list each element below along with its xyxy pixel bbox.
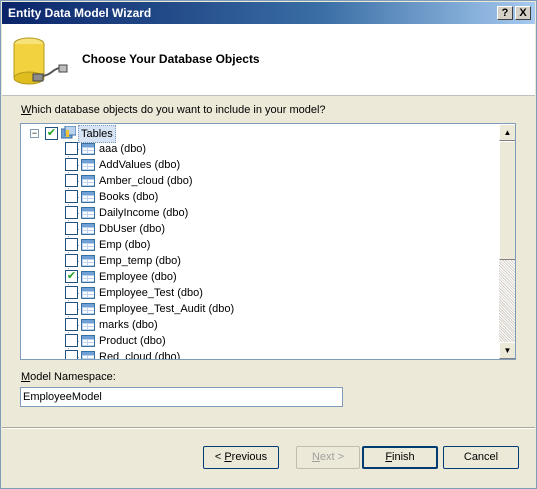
table-checkbox[interactable]	[65, 334, 78, 347]
scrollbar-thumb[interactable]	[499, 141, 515, 260]
title-bar[interactable]: Entity Data Model Wizard ? X	[2, 2, 535, 24]
table-name-label: DbUser (dbo)	[99, 223, 166, 235]
next-button[interactable]: Next >	[296, 446, 360, 469]
table-list-item[interactable]: ✔ Employee (dbo)	[21, 269, 491, 285]
scrollbar-track[interactable]	[499, 260, 515, 342]
table-name-label: Employee_Test_Audit (dbo)	[99, 303, 235, 315]
table-checkbox[interactable]	[65, 302, 78, 315]
model-namespace-input[interactable]	[20, 387, 343, 407]
table-list-item[interactable]: Employee_Test_Audit (dbo)	[21, 301, 491, 317]
table-checkbox[interactable]	[65, 142, 78, 155]
table-icon	[81, 255, 95, 267]
table-checkbox[interactable]	[65, 350, 78, 359]
table-list-item[interactable]: marks (dbo)	[21, 317, 491, 333]
tables-checkbox[interactable]: ✔	[45, 127, 58, 140]
table-name-label: AddValues (dbo)	[99, 159, 181, 171]
table-list-item[interactable]: aaa (dbo)	[21, 141, 491, 157]
table-name-label: Employee_Test (dbo)	[99, 287, 203, 299]
table-list-item[interactable]: Books (dbo)	[21, 189, 491, 205]
table-name-label: marks (dbo)	[99, 319, 158, 331]
table-list-item[interactable]: Emp (dbo)	[21, 237, 491, 253]
table-list-item[interactable]: Amber_cloud (dbo)	[21, 173, 491, 189]
window-title: Entity Data Model Wizard	[8, 6, 152, 20]
table-checkbox[interactable]	[65, 190, 78, 203]
table-list-item[interactable]: Employee_Test (dbo)	[21, 285, 491, 301]
table-name-label: DailyIncome (dbo)	[99, 207, 189, 219]
table-icon	[81, 319, 95, 331]
table-icon	[81, 351, 95, 359]
table-icon	[81, 159, 95, 171]
table-list-item[interactable]: Red_cloud (dbo)	[21, 349, 491, 359]
table-checkbox[interactable]	[65, 222, 78, 235]
table-name-label: Amber_cloud (dbo)	[99, 175, 193, 187]
table-icon	[81, 223, 95, 235]
object-selection-prompt: Which database objects do you want to in…	[21, 104, 326, 116]
database-plug-icon	[13, 37, 68, 85]
table-checkbox[interactable]	[65, 254, 78, 267]
close-button[interactable]: X	[515, 6, 531, 20]
tree-node-tables[interactable]: − ✔ Tables	[21, 125, 141, 143]
table-list-item[interactable]: Product (dbo)	[21, 333, 491, 349]
table-name-label: Red_cloud (dbo)	[99, 351, 181, 359]
table-name-label: Product (dbo)	[99, 335, 166, 347]
previous-button[interactable]: < Previous	[203, 446, 279, 469]
wizard-header: Choose Your Database Objects	[2, 24, 535, 96]
database-objects-tree[interactable]: − ✔ Tables aaa (dbo) AddValues (dbo) Amber…	[20, 123, 516, 360]
table-name-label: Employee (dbo)	[99, 271, 177, 283]
table-checkbox[interactable]: ✔	[65, 270, 78, 283]
table-list-item[interactable]: DailyIncome (dbo)	[21, 205, 491, 221]
page-title: Choose Your Database Objects	[82, 52, 260, 66]
table-name-label: Books (dbo)	[99, 191, 159, 203]
table-icon	[81, 207, 95, 219]
table-checkbox[interactable]	[65, 158, 78, 171]
table-name-label: aaa (dbo)	[99, 143, 147, 155]
table-checkbox[interactable]	[65, 318, 78, 331]
help-button[interactable]: ?	[497, 6, 513, 20]
table-icon	[81, 287, 95, 299]
table-icon	[81, 191, 95, 203]
finish-button[interactable]: Finish	[362, 446, 438, 469]
table-icon	[81, 143, 95, 155]
tree-scrollbar[interactable]: ▲ ▼	[499, 124, 515, 359]
button-separator	[2, 427, 535, 429]
table-icon	[81, 175, 95, 187]
table-icon	[81, 335, 95, 347]
table-name-label: Emp_temp (dbo)	[99, 255, 181, 267]
model-namespace-label: Model Namespace:	[21, 371, 116, 383]
tree-content: − ✔ Tables aaa (dbo) AddValues (dbo) Amber…	[21, 124, 499, 359]
table-icon	[81, 303, 95, 315]
cancel-button[interactable]: Cancel	[443, 446, 519, 469]
table-list-item[interactable]: Emp_temp (dbo)	[21, 253, 491, 269]
table-icon	[81, 271, 95, 283]
wizard-window: Entity Data Model Wizard ? X Choose Your…	[0, 0, 537, 489]
table-icon	[81, 239, 95, 251]
table-list-item[interactable]: AddValues (dbo)	[21, 157, 491, 173]
table-list-item[interactable]: DbUser (dbo)	[21, 221, 491, 237]
collapse-icon[interactable]: −	[30, 129, 39, 138]
table-checkbox[interactable]	[65, 174, 78, 187]
scroll-up-button[interactable]: ▲	[499, 124, 515, 141]
tables-folder-icon	[61, 126, 76, 139]
table-checkbox[interactable]	[65, 206, 78, 219]
table-checkbox[interactable]	[65, 286, 78, 299]
table-checkbox[interactable]	[65, 238, 78, 251]
scroll-down-button[interactable]: ▼	[499, 342, 515, 359]
table-name-label: Emp (dbo)	[99, 239, 151, 251]
